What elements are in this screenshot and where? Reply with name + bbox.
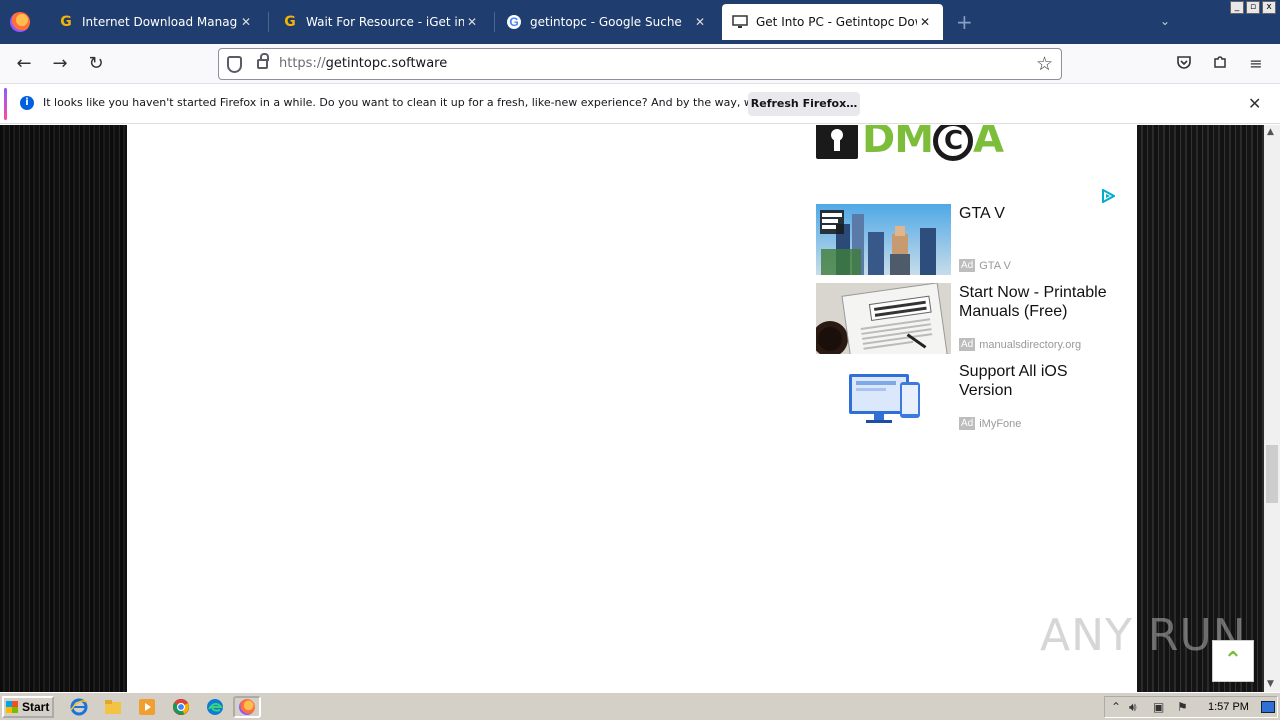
back-to-top-button[interactable]: ⌃: [1212, 640, 1254, 682]
ad-badge: Ad: [959, 417, 976, 430]
ad-source[interactable]: manualsdirectory.org: [979, 339, 1081, 351]
ad-source[interactable]: iMyFone: [979, 418, 1021, 430]
g-favicon-icon: G: [60, 14, 72, 30]
ad-badge: Ad: [959, 338, 976, 351]
notification-message: It looks like you haven't started Firefo…: [43, 96, 827, 109]
tab-idm[interactable]: G Internet Download Manager 6 IDM ✕: [48, 4, 264, 40]
instruction-manual-thumbnail[interactable]: [816, 283, 951, 354]
media-player-icon[interactable]: [138, 698, 156, 716]
tab-title: Internet Download Manager 6 IDM: [82, 15, 238, 29]
ad-gta-v[interactable]: GTA V Ad GTA V: [816, 204, 1116, 276]
firefox-logo-icon[interactable]: [10, 12, 30, 32]
bookmark-star-icon[interactable]: ☆: [1036, 53, 1053, 75]
ad-badge: Ad: [959, 259, 976, 272]
monitor-icon: [732, 14, 748, 30]
network-icon[interactable]: ▣: [1153, 700, 1164, 714]
ad-imyfone[interactable]: Support All iOS Version Ad iMyFone: [816, 362, 1116, 434]
hamburger-menu-icon[interactable]: ≡: [1246, 54, 1266, 73]
background-texture-left: [0, 125, 127, 692]
system-tray: ⌃ 🔊︎ ▣ ⚑ 1:57 PM: [1104, 696, 1278, 718]
url-text[interactable]: https://getintopc.software: [279, 56, 447, 71]
file-explorer-icon[interactable]: [104, 698, 122, 716]
notification-bar: i It looks like you haven't started Fire…: [0, 84, 1280, 124]
action-center-flag-icon[interactable]: ⚑: [1177, 700, 1188, 714]
start-button[interactable]: Start: [2, 696, 54, 718]
show-hidden-icons-icon[interactable]: ⌃: [1111, 700, 1121, 714]
scrollbar-thumb[interactable]: [1266, 445, 1278, 503]
ad-headline[interactable]: Start Now - Printable Manuals (Free): [959, 283, 1119, 321]
tab-separator: [268, 12, 269, 32]
svg-text:G: G: [509, 15, 518, 29]
new-tab-icon[interactable]: +: [956, 12, 973, 32]
tab-bar: G Internet Download Manager 6 IDM ✕ G Wa…: [0, 0, 1280, 44]
taskbar: Start ⌃ 🔊︎ ▣ ⚑ 1:57 PM: [0, 692, 1280, 720]
ad-headline[interactable]: GTA V: [959, 204, 1119, 223]
tab-title: Get Into PC - Getintopc Download: [756, 15, 917, 29]
forward-arrow-icon[interactable]: →: [50, 54, 70, 74]
g-favicon-icon: G: [284, 14, 296, 30]
page-viewport: DM C A GTA V Ad GTA V Start Now - Printa…: [0, 125, 1264, 692]
close-tab-icon[interactable]: ✕: [464, 15, 480, 29]
gta-v-thumbnail[interactable]: [816, 204, 951, 275]
close-tab-icon[interactable]: ✕: [917, 15, 933, 29]
device-sync-thumbnail[interactable]: [816, 362, 951, 433]
reload-icon[interactable]: ↻: [86, 54, 106, 74]
notification-accent: [4, 88, 7, 120]
navigation-toolbar: ← → ↻ https://getintopc.software ☆ ≡: [0, 44, 1280, 84]
ad-choices-icon[interactable]: [1101, 189, 1115, 203]
tracking-protection-shield-icon[interactable]: [227, 56, 242, 73]
dmca-badge[interactable]: DM C A: [816, 125, 1004, 162]
ad-headline[interactable]: Support All iOS Version: [959, 362, 1119, 400]
ad-meta: Ad iMyFone: [959, 417, 1021, 430]
tab-title: getintopc - Google Suche: [530, 15, 682, 29]
scroll-down-arrow-icon[interactable]: ▼: [1267, 679, 1274, 689]
refresh-firefox-button[interactable]: Refresh Firefox…: [748, 92, 860, 116]
tab-title: Wait For Resource - iGet into PC: [306, 15, 464, 29]
ad-meta: Ad manualsdirectory.org: [959, 338, 1081, 351]
page-body: DM C A GTA V Ad GTA V Start Now - Printa…: [127, 125, 1137, 692]
lock-icon[interactable]: [257, 53, 269, 69]
close-notification-icon[interactable]: ✕: [1248, 94, 1261, 113]
chrome-icon[interactable]: [172, 698, 190, 716]
list-all-tabs-icon[interactable]: ⌄: [1160, 14, 1170, 28]
tab-get-into-pc[interactable]: Get Into PC - Getintopc Download ✕: [722, 4, 943, 40]
edge-icon[interactable]: [206, 698, 224, 716]
url-bar[interactable]: https://getintopc.software ☆: [218, 48, 1062, 80]
close-tab-icon[interactable]: ✕: [692, 15, 708, 29]
back-arrow-icon[interactable]: ←: [14, 54, 34, 74]
firefox-taskbar-icon[interactable]: [233, 696, 261, 718]
minimize-button[interactable]: _: [1230, 1, 1244, 14]
scroll-up-arrow-icon[interactable]: ▲: [1267, 127, 1274, 137]
google-icon: G: [506, 14, 522, 30]
info-icon: i: [20, 96, 34, 110]
window-controls: _ ▫ x: [1230, 1, 1276, 14]
background-texture-right: [1137, 125, 1264, 692]
volume-icon[interactable]: 🔊︎: [1129, 700, 1137, 715]
pocket-icon[interactable]: [1174, 54, 1194, 74]
tab-wait-for-resource[interactable]: G Wait For Resource - iGet into PC ✕: [272, 4, 490, 40]
dmca-logo-text: DM C A: [862, 125, 1004, 162]
ad-source[interactable]: GTA V: [979, 260, 1011, 272]
vertical-scrollbar[interactable]: ▲ ▼: [1264, 125, 1280, 692]
extensions-puzzle-icon[interactable]: [1210, 54, 1230, 74]
show-desktop-icon[interactable]: [1261, 701, 1275, 713]
close-window-button[interactable]: x: [1262, 1, 1276, 14]
ad-printable-manuals[interactable]: Start Now - Printable Manuals (Free) Ad …: [816, 283, 1116, 355]
keyhole-icon: [816, 125, 858, 159]
internet-explorer-icon[interactable]: [70, 698, 88, 716]
close-tab-icon[interactable]: ✕: [238, 15, 254, 29]
ad-meta: Ad GTA V: [959, 259, 1011, 272]
tab-separator: [494, 12, 495, 32]
restore-button[interactable]: ▫: [1246, 1, 1260, 14]
clock[interactable]: 1:57 PM: [1208, 701, 1249, 713]
tab-google-search[interactable]: G getintopc - Google Suche ✕: [496, 4, 718, 40]
